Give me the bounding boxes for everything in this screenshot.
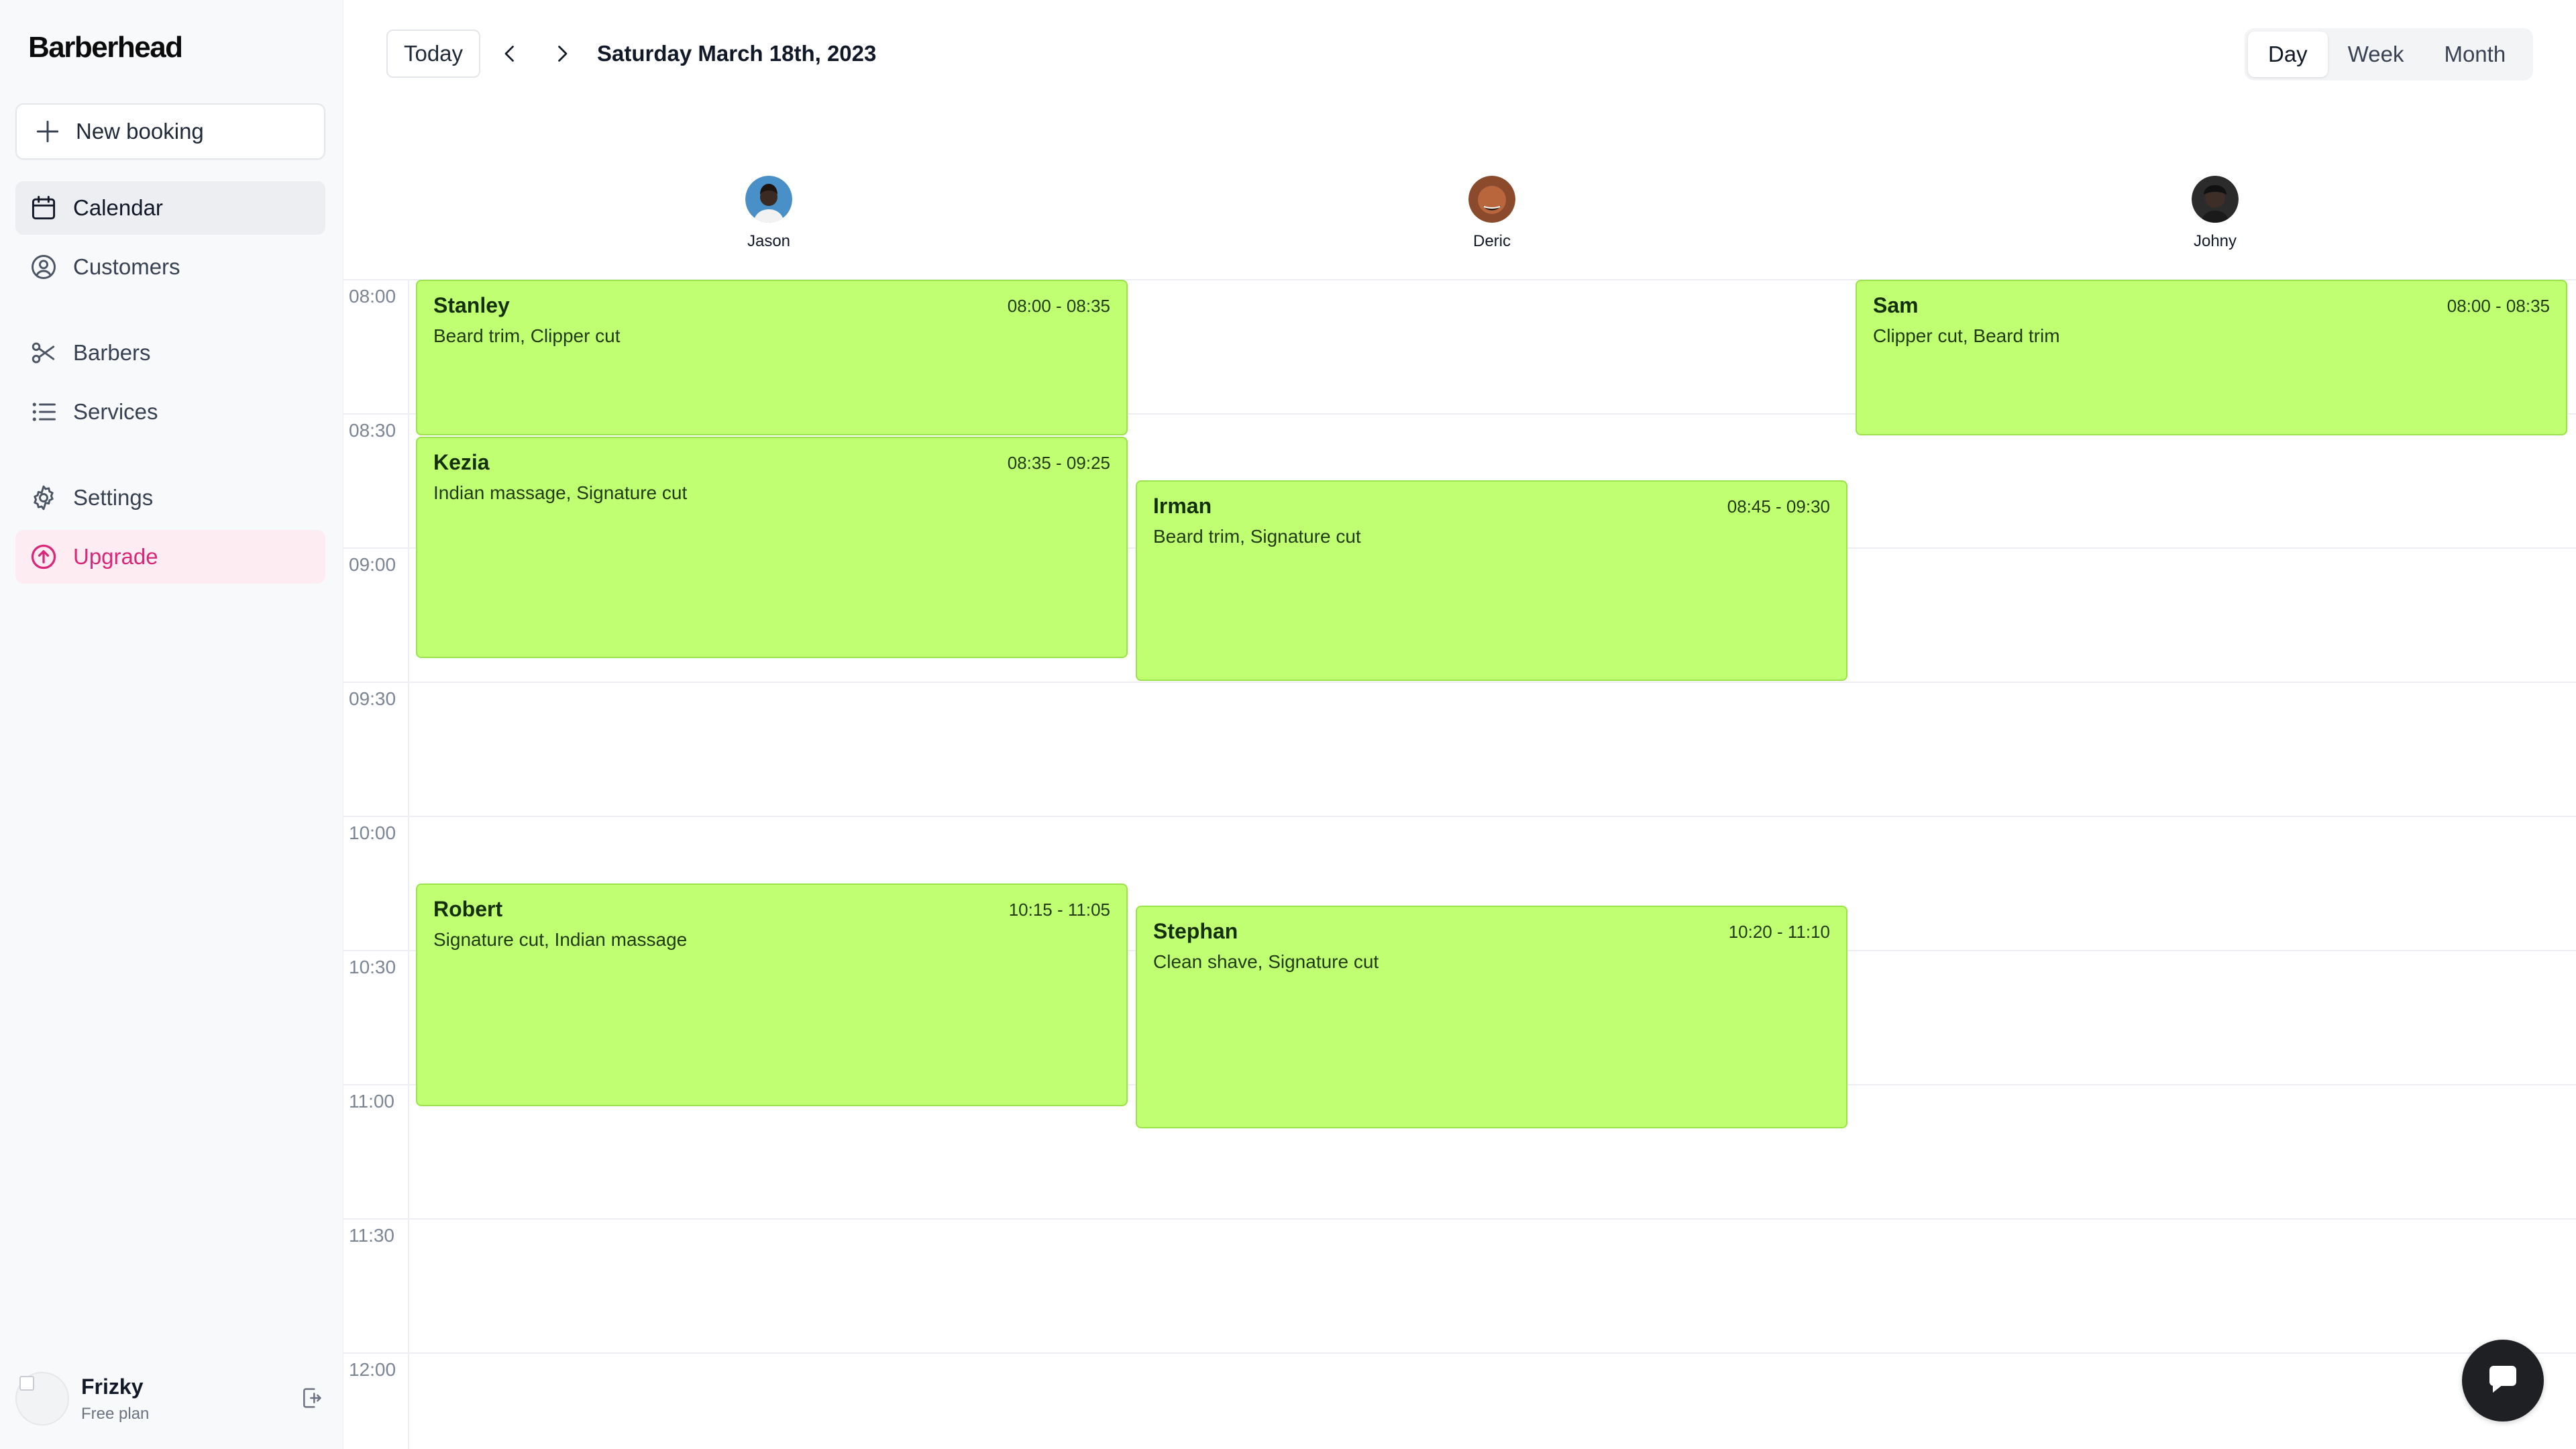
barber-name: Jason bbox=[747, 232, 791, 250]
grid-line bbox=[343, 1218, 2576, 1220]
barber-column-header: Johny bbox=[2148, 176, 2282, 251]
sidebar-item-label: Upgrade bbox=[73, 544, 158, 569]
appointment-time: 10:15 - 11:05 bbox=[1008, 900, 1110, 920]
appointment-services: Clipper cut, Beard trim bbox=[1873, 325, 2060, 346]
sidebar-item-upgrade[interactable]: Upgrade bbox=[15, 530, 325, 584]
sidebar-item-calendar[interactable]: Calendar bbox=[15, 181, 325, 235]
time-label: 10:00 bbox=[349, 822, 396, 843]
sidebar-item-label: Barbers bbox=[73, 340, 151, 365]
sidebar-item-label: Customers bbox=[73, 254, 180, 279]
appointment-services: Indian massage, Signature cut bbox=[433, 482, 688, 503]
chat-button[interactable] bbox=[2462, 1340, 2544, 1421]
sidebar-item-services[interactable]: Services bbox=[15, 385, 325, 439]
appointment-card[interactable]: Sam 08:00 - 08:35 Clipper cut, Beard tri… bbox=[1856, 280, 2567, 435]
sidebar-item-customers[interactable]: Customers bbox=[15, 240, 325, 294]
new-booking-label: New booking bbox=[76, 119, 204, 144]
view-month-button[interactable]: Month bbox=[2424, 32, 2526, 77]
customer-name: Stanley bbox=[433, 293, 510, 317]
appointment-card[interactable]: Stephan 10:20 - 11:10 Clean shave, Signa… bbox=[1136, 906, 1847, 1128]
list-icon bbox=[29, 397, 58, 427]
time-label: 08:30 bbox=[349, 420, 396, 441]
user-plan: Free plan bbox=[81, 1404, 150, 1423]
avatar bbox=[1468, 176, 1515, 223]
grid-line bbox=[343, 816, 2576, 817]
time-label: 09:00 bbox=[349, 554, 396, 575]
current-date: Saturday March 18th, 2023 bbox=[597, 41, 877, 66]
appointment-services: Beard trim, Clipper cut bbox=[433, 325, 621, 346]
calendar-icon bbox=[29, 193, 58, 223]
user-circle-icon bbox=[29, 252, 58, 282]
barber-name: Deric bbox=[1472, 232, 1511, 250]
time-label: 11:00 bbox=[349, 1091, 394, 1112]
brand-logo[interactable]: Barberhead bbox=[28, 31, 183, 64]
chevron-left-icon[interactable] bbox=[496, 40, 523, 67]
appointment-card[interactable]: Irman 08:45 - 09:30 Beard trim, Signatur… bbox=[1136, 480, 1847, 681]
chevron-right-icon[interactable] bbox=[549, 40, 576, 67]
sidebar: Barberhead New booking Calendar Customer… bbox=[0, 0, 343, 1449]
time-label: 10:30 bbox=[349, 957, 396, 977]
sidebar-item-label: Settings bbox=[73, 485, 154, 510]
customer-name: Irman bbox=[1153, 494, 1212, 518]
time-label: 12:00 bbox=[349, 1359, 396, 1380]
gear-icon bbox=[29, 483, 58, 513]
view-day-button[interactable]: Day bbox=[2248, 32, 2328, 77]
barber-column-header: Deric bbox=[1425, 176, 1559, 251]
view-switcher: Day Week Month bbox=[2245, 28, 2533, 80]
sidebar-item-label: Services bbox=[73, 399, 158, 424]
view-week-button[interactable]: Week bbox=[2328, 32, 2424, 77]
appointment-card[interactable]: Kezia 08:35 - 09:25 Indian massage, Sign… bbox=[416, 437, 1128, 658]
appointment-time: 08:00 - 08:35 bbox=[1007, 296, 1110, 316]
sidebar-item-settings[interactable]: Settings bbox=[15, 471, 325, 525]
customer-name: Stephan bbox=[1153, 919, 1238, 943]
appointment-time: 08:45 - 09:30 bbox=[1727, 496, 1830, 517]
customer-name: Robert bbox=[433, 897, 503, 921]
user-name: Frizky bbox=[81, 1374, 144, 1399]
appointment-services: Beard trim, Signature cut bbox=[1153, 526, 1361, 547]
grid-line bbox=[343, 1352, 2576, 1354]
barber-column-header: Jason bbox=[702, 176, 836, 251]
sidebar-item-label: Calendar bbox=[73, 195, 163, 220]
scissors-icon bbox=[29, 338, 58, 368]
chat-bubble-icon bbox=[2483, 1359, 2523, 1403]
today-button[interactable]: Today bbox=[386, 30, 480, 78]
avatar bbox=[15, 1372, 69, 1426]
time-label: 09:30 bbox=[349, 688, 396, 709]
appointment-card[interactable]: Stanley 08:00 - 08:35 Beard trim, Clippe… bbox=[416, 280, 1128, 435]
customer-name: Kezia bbox=[433, 450, 490, 474]
appointment-services: Signature cut, Indian massage bbox=[433, 929, 688, 950]
appointment-time: 10:20 - 11:10 bbox=[1728, 922, 1830, 942]
time-label: 08:00 bbox=[349, 286, 396, 307]
appointment-card[interactable]: Robert 10:15 - 11:05 Signature cut, Indi… bbox=[416, 883, 1128, 1106]
barber-name: Johny bbox=[2193, 232, 2237, 250]
grid-line bbox=[343, 682, 2576, 683]
avatar bbox=[2192, 176, 2239, 223]
avatar bbox=[745, 176, 792, 223]
plus-icon bbox=[33, 117, 62, 146]
arrow-up-circle-icon bbox=[29, 542, 58, 572]
time-label: 11:30 bbox=[349, 1225, 394, 1246]
time-gutter-divider bbox=[408, 279, 409, 1449]
appointment-time: 08:00 - 08:35 bbox=[2447, 296, 2550, 316]
user-profile[interactable]: Frizky Free plan bbox=[15, 1368, 331, 1429]
appointment-time: 08:35 - 09:25 bbox=[1007, 453, 1110, 473]
customer-name: Sam bbox=[1873, 293, 1919, 317]
new-booking-button[interactable]: New booking bbox=[15, 103, 325, 160]
appointment-services: Clean shave, Signature cut bbox=[1153, 951, 1379, 972]
sidebar-item-barbers[interactable]: Barbers bbox=[15, 326, 325, 380]
logout-icon[interactable] bbox=[299, 1385, 325, 1411]
